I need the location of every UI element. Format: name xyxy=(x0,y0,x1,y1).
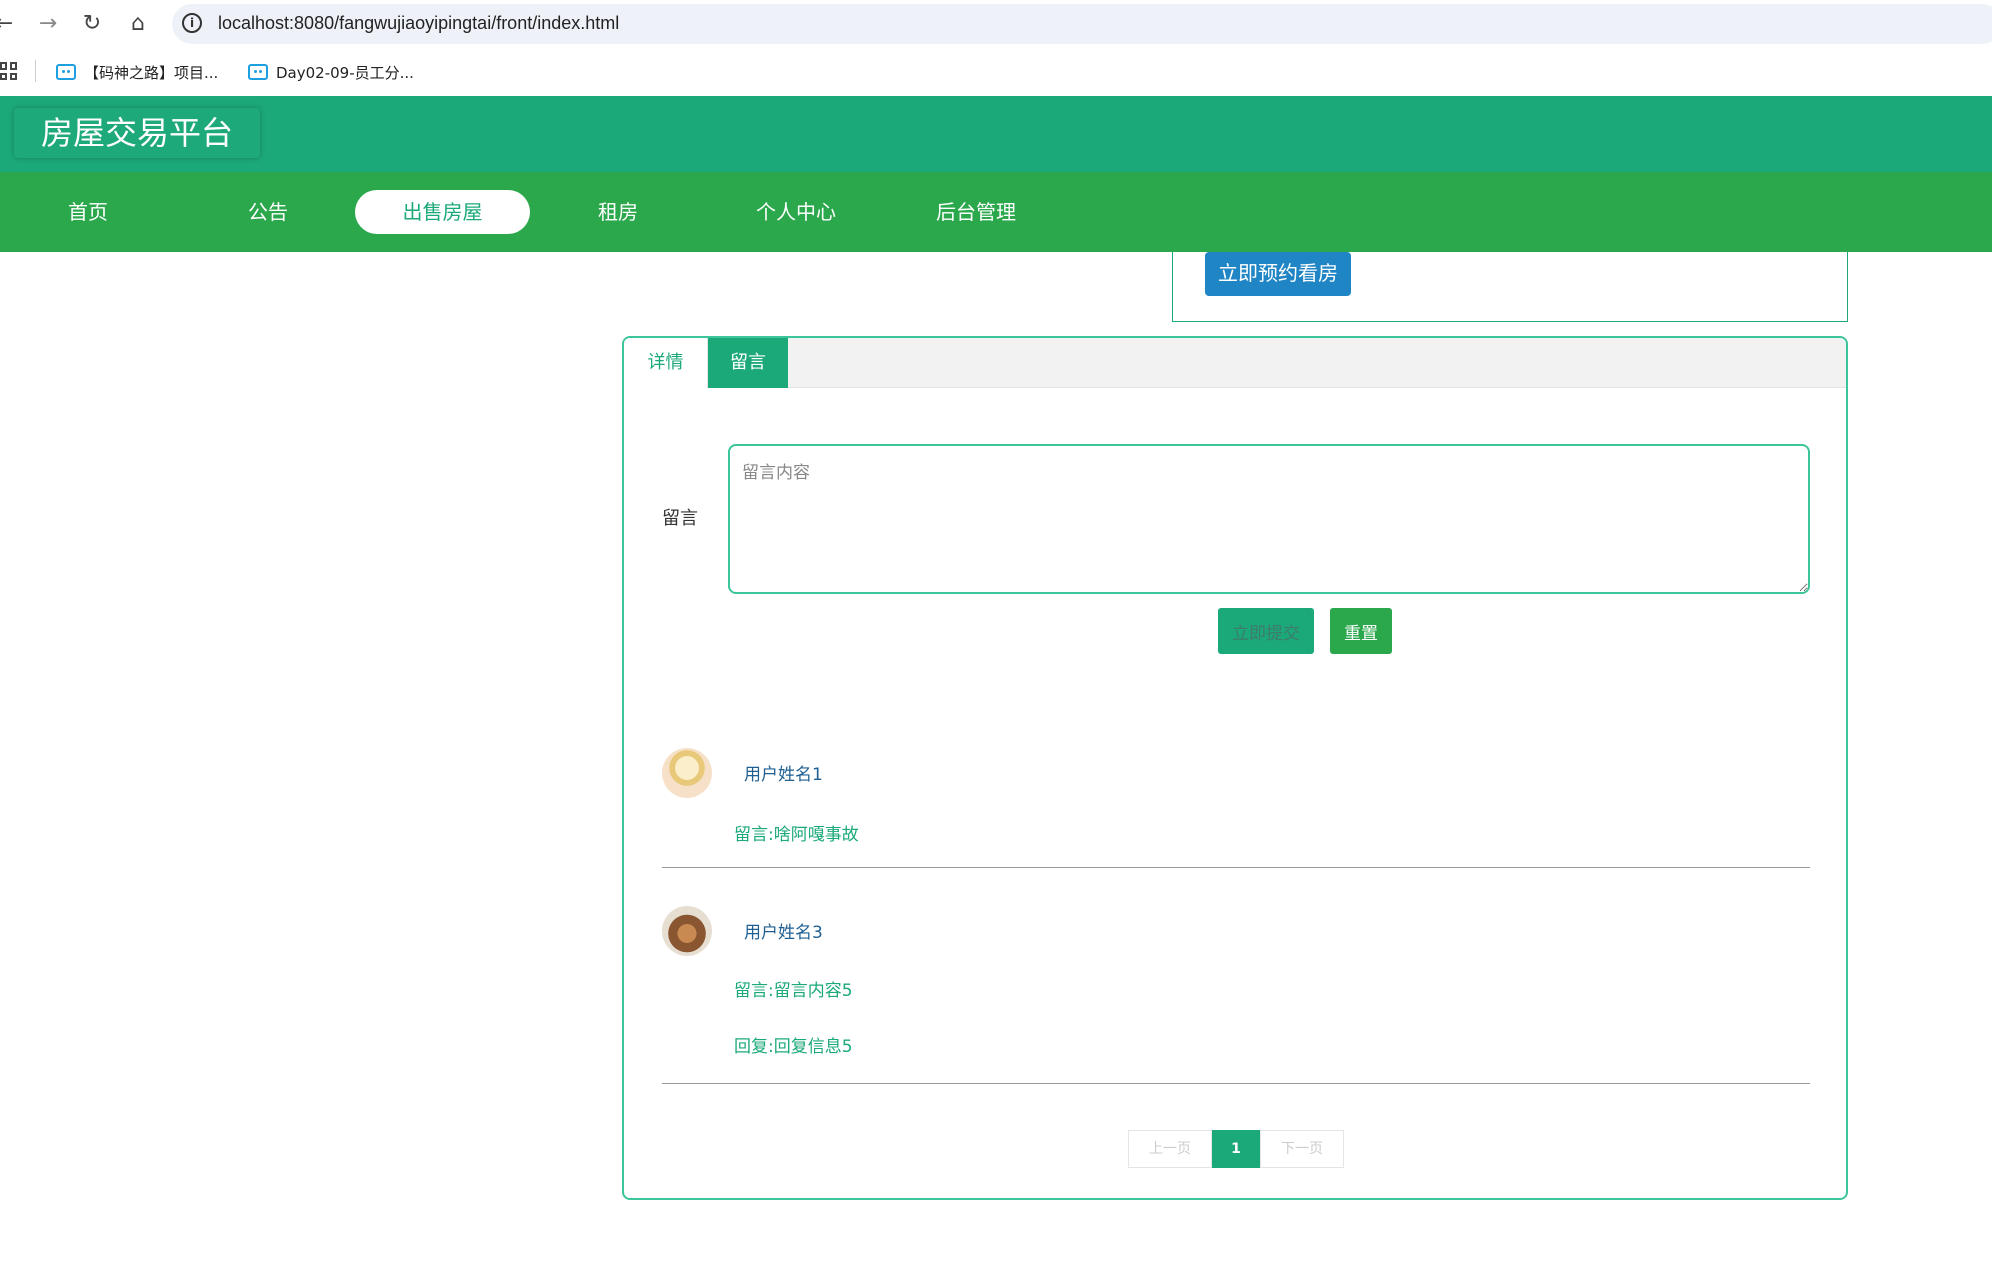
bilibili-icon xyxy=(248,64,268,80)
pagination: 上一页 1 下一页 xyxy=(1128,1130,1344,1168)
back-icon[interactable]: ← xyxy=(0,10,18,38)
browser-toolbar: ← → ↻ ⌂ i localhost:8080/fangwujiaoyipin… xyxy=(0,0,1992,48)
comment-message: 留言:留言内容5 xyxy=(734,981,853,1001)
tab-bar: 详情 留言 xyxy=(624,338,1846,388)
bookmark-item-2[interactable]: Day02-09-员工分... xyxy=(248,60,414,84)
forward-icon[interactable]: → xyxy=(34,10,62,38)
avatar xyxy=(662,748,712,798)
comment-message: 留言:啥阿嘎事故 xyxy=(734,825,859,845)
prev-page-button[interactable]: 上一页 xyxy=(1128,1130,1212,1168)
nav-item-house-sale[interactable]: 出售房屋 xyxy=(355,190,530,234)
url-text[interactable]: localhost:8080/fangwujiaoyipingtai/front… xyxy=(218,13,619,34)
main-nav: 首页 公告 出售房屋 租房 个人中心 后台管理 xyxy=(0,172,1992,252)
nav-item-notice[interactable]: 公告 xyxy=(228,190,308,234)
site-title[interactable]: 房屋交易平台 xyxy=(14,108,260,158)
tab-comments[interactable]: 留言 xyxy=(708,338,788,388)
home-icon[interactable]: ⌂ xyxy=(124,10,152,38)
reload-icon[interactable]: ↻ xyxy=(78,10,106,38)
comment-user-name: 用户姓名3 xyxy=(744,923,823,943)
comment-reply: 回复:回复信息5 xyxy=(734,1037,853,1057)
next-page-button[interactable]: 下一页 xyxy=(1260,1130,1344,1168)
bookmark-divider xyxy=(35,60,36,82)
nav-item-personal-center[interactable]: 个人中心 xyxy=(746,190,846,234)
bilibili-icon xyxy=(56,64,76,80)
nav-item-home[interactable]: 首页 xyxy=(48,190,128,234)
site-header: 房屋交易平台 xyxy=(0,96,1992,172)
bookmarks-bar: 【码神之路】项目... Day02-09-员工分... xyxy=(0,48,1992,96)
nav-item-admin[interactable]: 后台管理 xyxy=(926,190,1026,234)
tab-details[interactable]: 详情 xyxy=(624,338,708,388)
avatar xyxy=(662,906,712,956)
site-info-icon[interactable]: i xyxy=(182,13,202,33)
bookmark-label: 【码神之路】项目... xyxy=(84,63,219,82)
bookmark-label: Day02-09-员工分... xyxy=(276,63,414,82)
submit-button[interactable]: 立即提交 xyxy=(1218,608,1314,654)
address-bar[interactable]: i localhost:8080/fangwujiaoyipingtai/fro… xyxy=(172,4,1992,44)
house-detail-card: 立即预约看房 xyxy=(1172,252,1848,322)
comment-label: 留言 xyxy=(662,508,698,529)
comment-item: 用户姓名1 留言:啥阿嘎事故 xyxy=(662,748,1810,868)
comment-textarea[interactable] xyxy=(728,444,1810,594)
bookmark-item-1[interactable]: 【码神之路】项目... xyxy=(56,60,218,84)
reset-button[interactable]: 重置 xyxy=(1330,608,1392,654)
comment-user-name: 用户姓名1 xyxy=(744,765,823,785)
comment-item: 用户姓名3 留言:留言内容5 回复:回复信息5 xyxy=(662,906,1810,1084)
page-number-current[interactable]: 1 xyxy=(1212,1130,1260,1168)
book-viewing-button[interactable]: 立即预约看房 xyxy=(1205,252,1351,296)
tabs-panel: 详情 留言 留言 立即提交 重置 用户姓名1 留言:啥阿嘎事故 用户姓名3 留言… xyxy=(622,336,1848,1200)
apps-grid-icon[interactable] xyxy=(0,62,18,80)
nav-item-rent[interactable]: 租房 xyxy=(578,190,658,234)
